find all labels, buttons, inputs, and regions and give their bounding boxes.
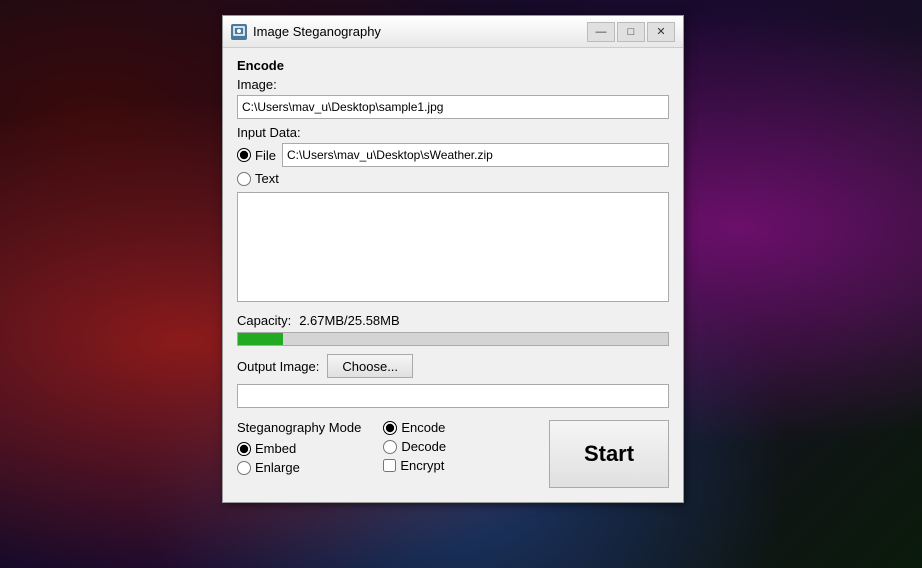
file-input[interactable] xyxy=(282,143,669,167)
text-radio-label[interactable]: Text xyxy=(237,171,279,186)
enlarge-radio-label[interactable]: Enlarge xyxy=(237,460,361,475)
file-radio[interactable] xyxy=(237,148,251,162)
minimize-button[interactable]: — xyxy=(587,22,615,42)
decode-radio[interactable] xyxy=(383,440,397,454)
content-area: Encode Image: Input Data: File Text Capa… xyxy=(223,48,683,502)
enlarge-label-text: Enlarge xyxy=(255,460,300,475)
file-label-text: File xyxy=(255,148,276,163)
encode-label-text: Encode xyxy=(401,420,445,435)
enlarge-radio[interactable] xyxy=(237,461,251,475)
app-title: Image Steganography xyxy=(253,24,381,39)
encrypt-checkbox[interactable] xyxy=(383,459,396,472)
output-image-label: Output Image: xyxy=(237,359,319,374)
bottom-section: Steganography Mode Embed Enlarge Encode xyxy=(237,420,669,488)
text-radio[interactable] xyxy=(237,172,251,186)
decode-radio-label[interactable]: Decode xyxy=(383,439,446,454)
input-data-label: Input Data: xyxy=(237,125,669,140)
encrypt-checkbox-label[interactable]: Encrypt xyxy=(383,458,446,473)
file-row: File xyxy=(237,143,669,167)
choose-button[interactable]: Choose... xyxy=(327,354,413,378)
text-area[interactable] xyxy=(237,192,669,302)
text-row: Text xyxy=(237,171,669,186)
encode-radio-label[interactable]: Encode xyxy=(383,420,446,435)
start-button[interactable]: Start xyxy=(549,420,669,488)
encode-section-label: Encode xyxy=(237,58,669,73)
steganography-mode-box: Steganography Mode Embed Enlarge xyxy=(237,420,361,488)
capacity-label: Capacity: xyxy=(237,313,291,328)
titlebar: Image Steganography — □ ✕ xyxy=(223,16,683,48)
app-icon xyxy=(231,24,247,40)
encrypt-label-text: Encrypt xyxy=(400,458,444,473)
progress-bar-fill xyxy=(238,333,283,345)
progress-bar-container xyxy=(237,332,669,346)
app-window: Image Steganography — □ ✕ Encode Image: … xyxy=(222,15,684,503)
titlebar-left: Image Steganography xyxy=(231,24,381,40)
encode-radio[interactable] xyxy=(383,421,397,435)
text-label-text: Text xyxy=(255,171,279,186)
embed-radio[interactable] xyxy=(237,442,251,456)
embed-label-text: Embed xyxy=(255,441,296,456)
capacity-row: Capacity: 2.67MB/25.58MB xyxy=(237,313,669,328)
image-label: Image: xyxy=(237,77,669,92)
embed-radio-label[interactable]: Embed xyxy=(237,441,361,456)
output-image-input[interactable] xyxy=(237,384,669,408)
file-radio-label[interactable]: File xyxy=(237,148,276,163)
capacity-value: 2.67MB/25.58MB xyxy=(299,313,399,328)
output-image-row: Output Image: Choose... xyxy=(237,354,669,378)
decode-label-text: Decode xyxy=(401,439,446,454)
image-input[interactable] xyxy=(237,95,669,119)
maximize-button[interactable]: □ xyxy=(617,22,645,42)
steg-mode-label: Steganography Mode xyxy=(237,420,361,435)
encode-decode-box: Encode Decode Encrypt xyxy=(383,420,446,488)
close-button[interactable]: ✕ xyxy=(647,22,675,42)
titlebar-controls: — □ ✕ xyxy=(587,22,675,42)
